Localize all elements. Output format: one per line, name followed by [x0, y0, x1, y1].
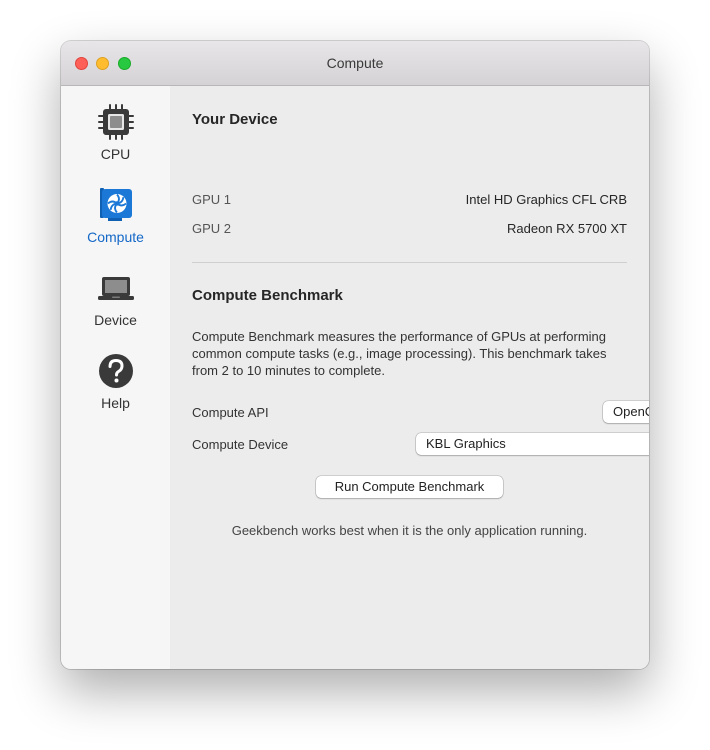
compute-device-label: Compute Device	[192, 437, 289, 452]
benchmark-description: Compute Benchmark measures the performan…	[192, 329, 607, 378]
laptop-icon	[98, 277, 134, 300]
sidebar-item-label: Compute	[87, 229, 144, 245]
sidebar-item-cpu[interactable]: CPU	[61, 103, 170, 173]
gpu-2-label: GPU 2	[192, 221, 232, 236]
sidebar-item-device[interactable]: Device	[61, 269, 170, 339]
question-mark-icon	[99, 354, 133, 388]
gpu-1-label: GPU 1	[192, 192, 232, 207]
compute-api-label: Compute API	[192, 405, 269, 420]
sidebar-item-label: Device	[94, 312, 137, 328]
sidebar-item-compute[interactable]: Compute	[61, 186, 170, 256]
sidebar-item-label: Help	[101, 395, 130, 411]
gpu-2-value: Radeon RX 5700 XT	[507, 221, 627, 236]
title-bar[interactable]: Compute	[61, 41, 649, 86]
section-divider	[192, 262, 627, 263]
main-content: Your Device GPU 1 Intel HD Graphics CFL …	[170, 86, 649, 669]
gpu-1-value: Intel HD Graphics CFL CRB	[465, 192, 627, 207]
sidebar-item-label: CPU	[100, 146, 131, 162]
your-device-heading: Your Device	[192, 111, 278, 128]
compute-api-value: OpenCL	[613, 404, 649, 419]
compute-benchmark-heading: Compute Benchmark	[192, 287, 343, 304]
compute-window: Compute CPU Compute Device Help Your Dev…	[61, 41, 649, 669]
cpu-chip-icon	[98, 104, 134, 140]
compute-api-select[interactable]: OpenCL	[603, 401, 649, 423]
window-title: Compute	[326, 55, 384, 71]
footnote-text: Geekbench works best when it is the only…	[231, 523, 588, 538]
run-compute-benchmark-button[interactable]: Run Compute Benchmark	[316, 476, 503, 498]
sidebar-item-help[interactable]: Help	[61, 352, 170, 422]
sidebar: CPU Compute Device Help	[61, 86, 170, 669]
compute-device-select[interactable]: KBL Graphics	[416, 433, 649, 455]
compute-device-value: KBL Graphics	[426, 436, 506, 451]
gpu-card-icon	[100, 188, 132, 221]
